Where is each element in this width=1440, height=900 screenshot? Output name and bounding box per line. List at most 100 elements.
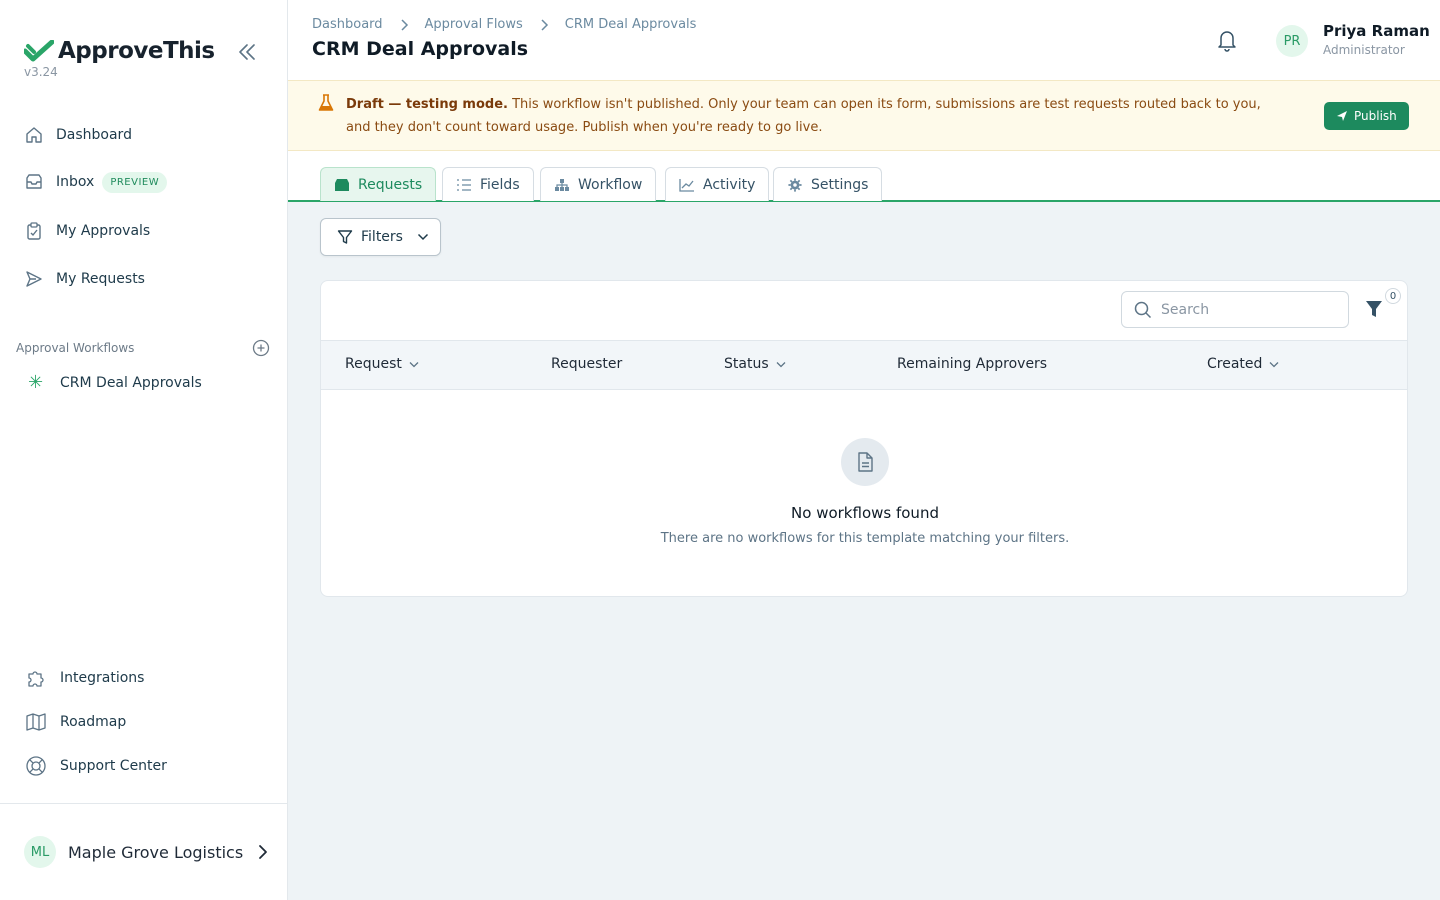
search-input[interactable] [1161,301,1331,318]
breadcrumb-current: CRM Deal Approvals [564,17,697,32]
tab-label: Settings [811,176,869,193]
sidebar-item-label: Roadmap [60,714,127,730]
sidebar-item-my-approvals[interactable]: My Approvals [24,218,150,244]
empty-state-subtitle: There are no workflows for this template… [660,531,1070,546]
gear-icon [788,177,802,192]
user-role: Administrator [1323,43,1405,57]
sidebar: ApproveThis v3.24 Dashboard Inbox PREVIE… [0,0,288,900]
add-workflow-icon[interactable] [252,339,270,357]
chevron-right-icon [401,18,408,31]
app-version: v3.24 [24,65,58,79]
breadcrumb: Dashboard Approval Flows CRM Deal Approv… [312,17,696,32]
flask-icon [318,94,334,111]
inbox-tray-icon [335,178,349,191]
workflows-section-label: Approval Workflows [16,341,135,355]
user-avatar[interactable]: PR [1276,25,1308,57]
tab-activity[interactable]: Activity [665,167,770,201]
requests-table-card: 0 Request Requester Status Remaining App… [320,280,1408,597]
org-divider [0,803,288,804]
rocket-icon [1337,111,1347,121]
map-icon [24,710,48,734]
column-label: Created [1207,356,1263,372]
top-header: Dashboard Approval Flows CRM Deal Approv… [288,0,1440,80]
collapse-sidebar-icon[interactable] [236,42,258,62]
list-icon [457,178,471,191]
app-logo[interactable]: ApproveThis [24,38,215,64]
hierarchy-icon [555,178,569,191]
workflow-label: CRM Deal Approvals [60,374,202,391]
tab-label: Requests [358,176,423,193]
column-header-created[interactable]: Created [1207,356,1279,372]
inbox-icon [24,172,44,192]
column-label: Status [724,356,769,372]
draft-banner-text: Draft — testing mode. This workflow isn'… [346,93,1286,139]
breadcrumb-approval-flows[interactable]: Approval Flows [425,17,523,32]
document-icon [841,438,889,486]
sidebar-item-integrations[interactable]: Integrations [24,666,144,690]
send-icon [24,269,44,289]
column-header-status[interactable]: Status [724,356,786,372]
sidebar-item-support-center[interactable]: Support Center [24,754,167,778]
user-name[interactable]: Priya Raman [1323,22,1430,40]
column-header-request[interactable]: Request [345,356,419,372]
clipboard-check-icon [24,221,44,241]
org-name: Maple Grove Logistics [68,842,244,862]
tab-requests[interactable]: Requests [320,167,437,201]
logo-check-icon [24,40,54,62]
tab-workflow[interactable]: Workflow [540,167,657,201]
chevron-down-icon [417,233,428,241]
sidebar-item-dashboard[interactable]: Dashboard [24,122,132,148]
table-header: Request Requester Status Remaining Appro… [321,340,1407,390]
sidebar-workflow-crm-deal-approvals[interactable]: ✳ CRM Deal Approvals [28,372,202,393]
draft-banner: Draft — testing mode. This workflow isn'… [288,80,1440,151]
publish-button[interactable]: Publish [1324,102,1409,130]
column-label: Requester [551,356,623,372]
org-avatar: ML [24,836,56,868]
org-switcher[interactable]: ML Maple Grove Logistics [24,836,269,868]
sidebar-item-label: Integrations [60,670,145,686]
asterisk-icon: ✳ [28,372,44,393]
tab-fields[interactable]: Fields [442,167,534,201]
filter-count-badge: 0 [1385,288,1401,304]
filters-label: Filters [361,229,403,245]
column-header-remaining-approvers: Remaining Approvers [897,356,1047,372]
chart-line-icon [679,178,694,192]
sidebar-item-label: My Requests [56,271,145,287]
chevron-right-icon [541,18,548,31]
column-label: Remaining Approvers [897,356,1048,372]
tab-label: Activity [703,176,756,193]
notification-bell-icon[interactable] [1216,28,1238,52]
chevron-down-icon [409,361,419,367]
funnel-icon [337,230,353,244]
app-name: ApproveThis [58,38,215,64]
tab-settings[interactable]: Settings [773,167,883,201]
column-label: Request [345,356,402,372]
preview-badge: PREVIEW [102,171,168,193]
sidebar-item-label: Dashboard [56,127,132,143]
empty-state-title: No workflows found [791,504,939,522]
filter-funnel-icon[interactable] [1365,299,1383,319]
breadcrumb-dashboard[interactable]: Dashboard [312,17,383,32]
sidebar-item-roadmap[interactable]: Roadmap [24,710,126,734]
sidebar-item-label: Support Center [60,758,167,774]
tab-bar: Requests Fields Workflow Activity Settin… [288,151,1440,202]
search-icon [1134,301,1152,318]
puzzle-icon [24,666,48,690]
sidebar-item-label: My Approvals [56,223,151,239]
sidebar-item-inbox[interactable]: Inbox PREVIEW [24,168,168,196]
chevron-down-icon [776,361,786,367]
sidebar-item-my-requests[interactable]: My Requests [24,266,145,292]
chevron-right-icon [259,845,268,859]
chevron-down-icon [1269,361,1279,367]
draft-banner-strong: Draft — testing mode. [346,97,508,112]
publish-button-label: Publish [1354,109,1397,123]
tab-label: Fields [480,176,520,193]
page-title: CRM Deal Approvals [312,38,529,60]
tab-label: Workflow [578,176,643,193]
column-header-requester: Requester [551,356,622,372]
filters-dropdown[interactable]: Filters [320,218,441,256]
search-box[interactable] [1121,291,1349,328]
home-icon [24,125,44,145]
lifebuoy-icon [24,754,48,778]
sidebar-item-label: Inbox [56,174,95,190]
